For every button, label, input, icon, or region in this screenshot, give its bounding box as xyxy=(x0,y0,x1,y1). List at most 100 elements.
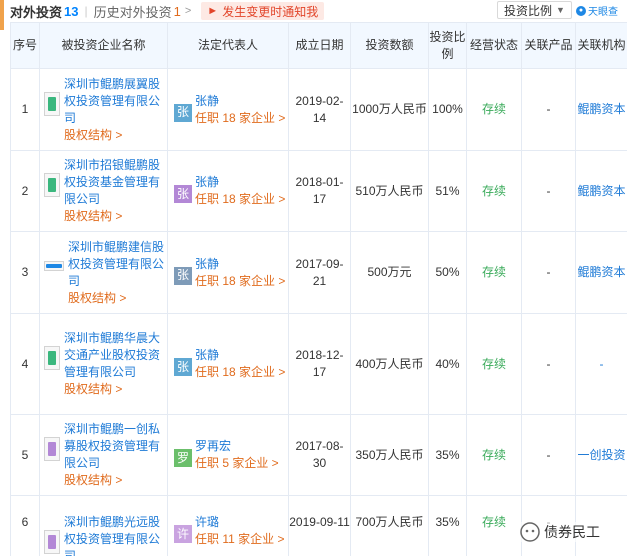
representative-positions-link[interactable]: 任职 18 家企业 > xyxy=(195,110,285,127)
related-org-link[interactable]: 鲲鹏资本 xyxy=(575,231,627,314)
company-cell: 深圳市招银鲲鹏股权投资基金管理有限公司 股权结构 > xyxy=(39,150,168,232)
founded-date: 2018-12-17 xyxy=(288,313,351,415)
company-name-link[interactable]: 深圳市鲲鹏一创私募股权投资管理有限公司 xyxy=(64,421,167,472)
watermark: 债券民工 xyxy=(520,522,600,542)
company-cell: 深圳市鲲鹏展翼股权投资管理有限公司 股权结构 > xyxy=(39,68,168,151)
representative-cell: 许许璐 任职 11 家企业 > xyxy=(167,495,289,556)
representative-cell: 张张静 任职 18 家企业 > xyxy=(167,68,289,151)
section-count: 13 xyxy=(64,3,79,19)
investment-amount: 700万人民币 xyxy=(350,495,429,556)
table-row: 5 深圳市鲲鹏一创私募股权投资管理有限公司 股权结构 > 罗罗再宏 任职 5 家企业 >… xyxy=(10,414,627,496)
status-badge: 存续 xyxy=(466,313,522,415)
investment-ratio: 100% xyxy=(428,68,467,151)
col-header-representative: 法定代表人 xyxy=(167,22,289,69)
row-index: 3 xyxy=(10,231,40,314)
founded-date: 2019-09-11 xyxy=(288,495,351,556)
representative-name-link[interactable]: 张静 xyxy=(195,93,285,110)
investment-ratio: 51% xyxy=(428,150,467,232)
chevron-right-icon[interactable]: > xyxy=(185,5,191,17)
founded-date: 2017-08-30 xyxy=(288,414,351,496)
related-product: - xyxy=(521,414,576,496)
founded-date: 2019-02-14 xyxy=(288,68,351,151)
eye-icon: ● xyxy=(576,5,586,16)
investment-amount: 400万人民币 xyxy=(350,313,429,415)
equity-structure-link[interactable]: 股权结构 > xyxy=(64,381,167,398)
sort-select[interactable]: 投资比例 ▼ xyxy=(497,1,572,19)
representative-positions-link[interactable]: 任职 18 家企业 > xyxy=(195,364,285,381)
row-index: 6 xyxy=(10,495,40,556)
representative-cell: 罗罗再宏 任职 5 家企业 > xyxy=(167,414,289,496)
related-product: - xyxy=(521,313,576,415)
avatar: 张 xyxy=(174,358,192,376)
history-investment-link[interactable]: 历史对外投资 xyxy=(94,2,172,21)
representative-name-link[interactable]: 张静 xyxy=(195,347,285,364)
equity-structure-link[interactable]: 股权结构 > xyxy=(64,472,167,489)
table-row: 1 深圳市鲲鹏展翼股权投资管理有限公司 股权结构 > 张张静 任职 18 家企业 >20… xyxy=(10,68,627,151)
brand-logo: ● 天眼查 xyxy=(576,3,618,18)
related-org-link[interactable]: 鲲鹏资本 xyxy=(575,150,627,232)
related-org-link[interactable]: - xyxy=(575,313,627,415)
row-index: 4 xyxy=(10,313,40,415)
notify-label: 发生变更时通知我 xyxy=(222,4,319,19)
avatar: 张 xyxy=(174,185,192,203)
investment-amount: 510万人民币 xyxy=(350,150,429,232)
watermark-label: 债券民工 xyxy=(544,524,600,540)
company-name-link[interactable]: 深圳市鲲鹏华晨大交通产业股权投资管理有限公司 xyxy=(64,330,167,381)
avatar: 罗 xyxy=(174,449,192,467)
sort-select-label: 投资比例 xyxy=(504,3,553,18)
row-index: 1 xyxy=(10,68,40,151)
avatar: 张 xyxy=(174,266,192,285)
notify-button[interactable]: ► 发生变更时通知我 xyxy=(201,2,325,20)
investment-ratio: 35% xyxy=(428,414,467,496)
representative-name-link[interactable]: 罗再宏 xyxy=(195,438,279,455)
company-logo-icon xyxy=(44,91,60,116)
table-row: 2 深圳市招银鲲鹏股权投资基金管理有限公司 股权结构 > 张张静 任职 18 家企业 >… xyxy=(10,150,627,232)
section-title: 对外投资 xyxy=(10,4,63,20)
founded-date: 2018-01-17 xyxy=(288,150,351,232)
representative-name-link[interactable]: 张静 xyxy=(195,256,285,273)
col-header-amount: 投资数额 xyxy=(350,22,429,69)
representative-name-link[interactable]: 许璐 xyxy=(195,514,284,531)
company-cell: 深圳市鲲鹏华晨大交通产业股权投资管理有限公司 股权结构 > xyxy=(39,313,168,415)
representative-positions-link[interactable]: 任职 18 家企业 > xyxy=(195,273,285,290)
col-header-status: 经营状态 xyxy=(466,22,522,69)
representative-positions-link[interactable]: 任职 18 家企业 > xyxy=(195,191,285,208)
representative-cell: 张张静 任职 18 家企业 > xyxy=(167,313,289,415)
related-org-link[interactable]: 一创投资 xyxy=(575,414,627,496)
avatar: 许 xyxy=(174,525,192,543)
related-product: - xyxy=(521,68,576,151)
investment-amount: 1000万人民币 xyxy=(350,68,429,151)
col-header-index: 序号 xyxy=(10,22,40,69)
status-badge: 存续 xyxy=(466,414,522,496)
company-name-link[interactable]: 深圳市鲲鹏光远股权投资管理有限公司 xyxy=(64,514,167,556)
representative-positions-link[interactable]: 任职 5 家企业 > xyxy=(195,455,279,472)
history-count[interactable]: 1 xyxy=(174,4,181,19)
related-product: - xyxy=(521,231,576,314)
col-header-company: 被投资企业名称 xyxy=(39,22,168,69)
equity-structure-link[interactable]: 股权结构 > xyxy=(68,290,167,307)
company-name-link[interactable]: 深圳市鲲鹏建信股权投资管理有限公司 xyxy=(68,239,167,290)
chevron-down-icon: ▼ xyxy=(556,5,565,15)
company-logo-icon xyxy=(44,260,64,271)
equity-structure-link[interactable]: 股权结构 > xyxy=(64,127,167,144)
company-logo-icon xyxy=(44,530,60,554)
investment-amount: 500万元 xyxy=(350,231,429,314)
col-header-ratio: 投资比例 xyxy=(428,22,467,69)
table-row: 4 深圳市鲲鹏华晨大交通产业股权投资管理有限公司 股权结构 > 张张静 任职 18 家企… xyxy=(10,313,627,415)
company-cell: 深圳市鲲鹏光远股权投资管理有限公司 xyxy=(39,495,168,556)
company-cell: 深圳市鲲鹏建信股权投资管理有限公司 股权结构 > xyxy=(39,231,168,314)
representative-cell: 张张静 任职 18 家企业 > xyxy=(167,231,289,314)
representative-name-link[interactable]: 张静 xyxy=(195,174,285,191)
status-badge: 存续 xyxy=(466,495,522,556)
equity-structure-link[interactable]: 股权结构 > xyxy=(64,208,167,225)
related-org-link[interactable]: 鲲鹏资本 xyxy=(575,68,627,151)
company-name-link[interactable]: 深圳市招银鲲鹏股权投资基金管理有限公司 xyxy=(64,157,167,208)
representative-positions-link[interactable]: 任职 11 家企业 > xyxy=(195,531,284,548)
table-header-row: 序号 被投资企业名称 法定代表人 成立日期 投资数额 投资比例 经营状态 关联产… xyxy=(10,22,627,69)
company-logo-icon xyxy=(44,437,60,461)
founded-date: 2017-09-21 xyxy=(288,231,351,314)
status-badge: 存续 xyxy=(466,150,522,232)
col-header-product: 关联产品 xyxy=(521,22,576,69)
company-name-link[interactable]: 深圳市鲲鹏展翼股权投资管理有限公司 xyxy=(64,76,167,127)
investment-ratio: 50% xyxy=(428,231,467,314)
